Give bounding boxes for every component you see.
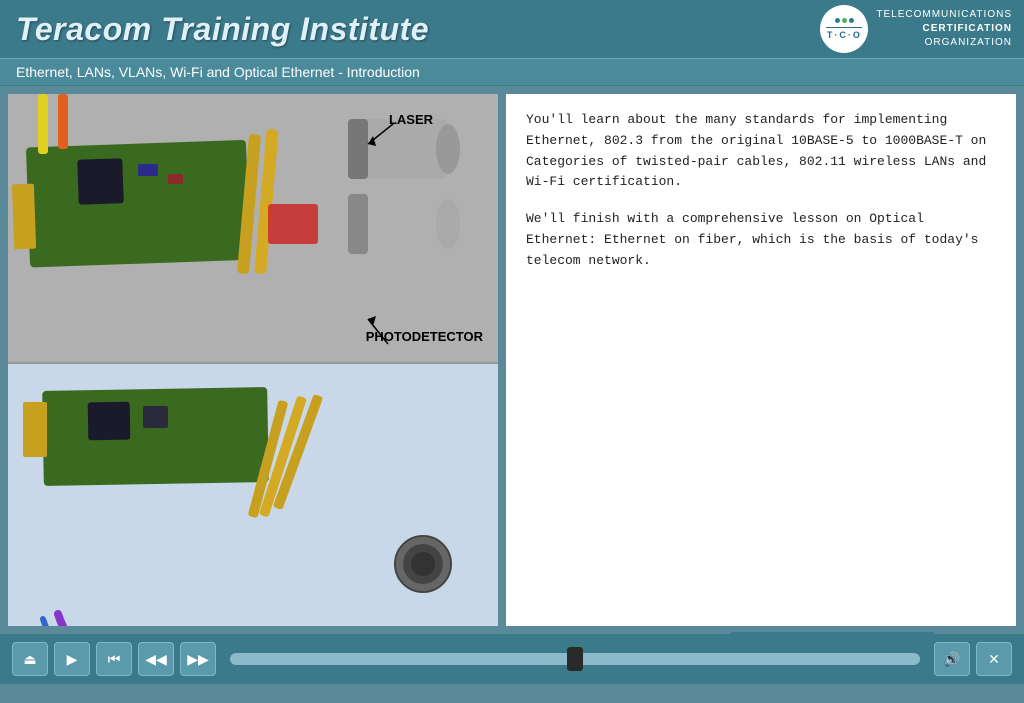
exit-button[interactable]: ⏏ [12, 642, 48, 676]
header: Teracom Training Institute T·C·O TELECOM… [0, 0, 1024, 58]
image-arrows [8, 94, 498, 362]
bottom-circuit-svg [8, 364, 498, 626]
subtitle-bar: Ethernet, LANs, VLANs, Wi-Fi and Optical… [0, 58, 1024, 86]
prev-frame-icon: ◀◀ [145, 651, 167, 668]
close-button[interactable]: ✕ [976, 642, 1012, 676]
dot-1 [835, 18, 840, 23]
image-bottom [8, 364, 498, 626]
volume-button[interactable]: 🔊 [934, 642, 970, 676]
logo-area: T·C·O TELECOMMUNICATIONS CERTIFICATION O… [820, 5, 1012, 53]
exit-icon: ⏏ [23, 651, 36, 668]
subtitle-text: Ethernet, LANs, VLANs, Wi-Fi and Optical… [16, 64, 420, 80]
right-panel: You'll learn about the many standards fo… [506, 94, 1016, 626]
description-paragraph-2: We'll finish with a comprehensive lesson… [526, 209, 996, 271]
org-line1: TELECOMMUNICATIONS [876, 8, 1012, 22]
progress-thumb[interactable] [567, 647, 583, 671]
app-title: Teracom Training Institute [16, 11, 429, 48]
description-paragraph-1: You'll learn about the many standards fo… [526, 110, 996, 193]
dot-2 [842, 18, 847, 23]
dot-3 [849, 18, 854, 23]
laser-label: LASER [389, 112, 433, 127]
logo-line [826, 27, 862, 28]
org-line2: CERTIFICATION [876, 22, 1012, 36]
progress-bar[interactable] [230, 653, 920, 665]
left-panel: LASER PHOTODETECTOR [8, 94, 498, 626]
tco-logo: T·C·O [820, 5, 868, 53]
image-top: LASER PHOTODETECTOR [8, 94, 498, 364]
org-text: TELECOMMUNICATIONS CERTIFICATION ORGANIZ… [876, 8, 1012, 50]
tco-name: T·C·O [827, 30, 862, 40]
volume-icon: 🔊 [943, 651, 960, 668]
prev-chapter-button[interactable]: ⏮ [96, 642, 132, 676]
next-frame-icon: ▶▶ [187, 651, 209, 668]
play-icon: ▶ [67, 651, 78, 668]
bottom-bar: ⏏ ▶ ⏮ ◀◀ ▶▶ 🔊 ✕ [0, 634, 1024, 684]
logo-dots [835, 18, 854, 23]
main-content: LASER PHOTODETECTOR [0, 86, 1024, 634]
next-frame-button[interactable]: ▶▶ [180, 642, 216, 676]
org-line3: ORGANIZATION [876, 36, 1012, 50]
play-button[interactable]: ▶ [54, 642, 90, 676]
prev-frame-button[interactable]: ◀◀ [138, 642, 174, 676]
prev-chapter-icon: ⏮ [108, 651, 121, 668]
close-icon: ✕ [988, 651, 1000, 668]
photodetector-label: PHOTODETECTOR [366, 329, 483, 344]
